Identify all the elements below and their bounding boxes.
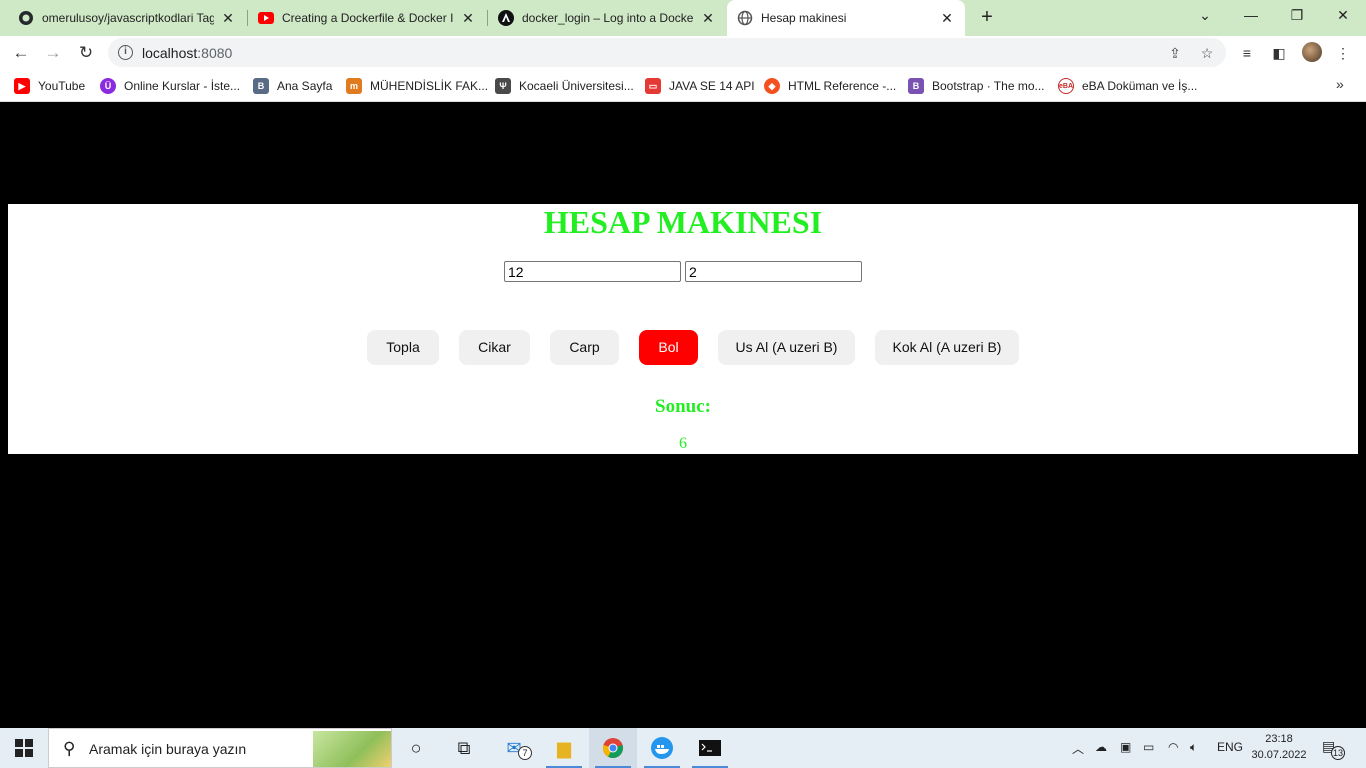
divide-button[interactable]: Bol: [639, 330, 698, 365]
bookmark-star-icon[interactable]: ☆: [1198, 44, 1216, 62]
github-icon: [18, 10, 34, 26]
notification-badge: 13: [1331, 746, 1345, 760]
tab-title: Hesap makinesi: [761, 11, 847, 25]
close-tab-icon[interactable]: ✕: [700, 10, 716, 26]
mail-icon[interactable]: ✉ 7: [490, 728, 538, 768]
page-title: HESAP MAKINESI: [543, 204, 823, 240]
clock-time: 23:18: [1265, 733, 1293, 745]
tab-title: omerulusoy/javascriptkodlari Tag: [42, 11, 214, 25]
address-bar[interactable]: i localhost:8080 ⇪ ☆: [108, 38, 1226, 67]
profile-avatar[interactable]: [1302, 42, 1322, 62]
search-placeholder: Aramak için buraya yazın: [89, 741, 247, 757]
mail-badge: 7: [518, 746, 532, 760]
search-highlight-image: [313, 731, 391, 767]
close-tab-icon[interactable]: ✕: [460, 10, 476, 26]
tab-search-icon[interactable]: ⌄: [1182, 0, 1228, 30]
back-arrow-icon[interactable]: ←: [8, 40, 34, 66]
close-window-icon[interactable]: ✕: [1320, 0, 1366, 30]
number-b-input[interactable]: [685, 261, 862, 282]
bootstrap-icon: B: [908, 78, 924, 94]
ansible-icon: [498, 10, 514, 26]
cortana-icon[interactable]: ○: [392, 728, 440, 768]
chrome-icon[interactable]: [589, 728, 637, 768]
volume-icon[interactable]: 🔈︎: [1190, 740, 1197, 755]
bookmark-bootstrap[interactable]: B Bootstrap · The mo...: [908, 76, 1045, 96]
clock-date: 30.07.2022: [1251, 749, 1307, 761]
battery-icon[interactable]: ▭: [1143, 740, 1154, 754]
result-label: Sonuc:: [655, 396, 711, 417]
bookmark-online-kurslar[interactable]: Ü Online Kurslar - İste...: [100, 76, 240, 96]
power-button[interactable]: Us Al (A uzeri B): [718, 330, 855, 365]
html-icon: ◆: [764, 78, 780, 94]
tab-ansible[interactable]: docker_login – Log into a Docker ✕: [488, 4, 726, 32]
bookmark-eba[interactable]: eBA eBA Doküman ve İş...: [1058, 76, 1197, 96]
udemy-icon: Ü: [100, 78, 116, 94]
root-button[interactable]: Kok Al (A uzeri B): [875, 330, 1019, 365]
onedrive-icon[interactable]: ☁: [1095, 740, 1107, 754]
reload-icon[interactable]: ↻: [73, 40, 99, 66]
moodle-icon: m: [346, 78, 362, 94]
file-explorer-icon[interactable]: ▆: [540, 728, 588, 768]
windows-taskbar: ⚲ Aramak için buraya yazın ○ ⧉ ✉ 7 ▆ ︿ ☁…: [0, 728, 1366, 768]
add-button[interactable]: Topla: [367, 330, 439, 365]
bookmark-kocaeli[interactable]: Ψ Kocaeli Üniversitesi...: [495, 76, 634, 96]
tab-title: Creating a Dockerfile & Docker Im: [282, 11, 454, 25]
show-hidden-icons-icon[interactable]: ︿: [1072, 740, 1084, 757]
forward-arrow-icon[interactable]: →: [40, 40, 66, 66]
page-viewport: HESAP MAKINESI Topla Cikar Carp Bol Us A…: [0, 103, 1366, 728]
docker-icon[interactable]: [638, 728, 686, 768]
tab-hesap-makinesi[interactable]: Hesap makinesi ✕: [727, 0, 965, 36]
search-icon: ⚲: [63, 739, 76, 758]
share-icon[interactable]: ⇪: [1166, 44, 1184, 62]
more-bookmarks-icon[interactable]: »: [1336, 76, 1344, 92]
tab-youtube[interactable]: Creating a Dockerfile & Docker Im ✕: [248, 4, 486, 32]
system-clock[interactable]: 23:18 30.07.2022: [1246, 731, 1312, 763]
btk-icon: B: [253, 78, 269, 94]
minimize-icon[interactable]: —: [1228, 0, 1274, 30]
number-a-input[interactable]: [504, 261, 681, 282]
language-indicator[interactable]: ENG: [1217, 740, 1243, 754]
start-button[interactable]: [0, 728, 48, 768]
meet-now-icon[interactable]: ▣: [1120, 740, 1131, 754]
windows-logo-icon: [15, 739, 33, 757]
result-value: 6: [679, 435, 687, 452]
tab-title: docker_login – Log into a Docker: [522, 11, 694, 25]
new-tab-button[interactable]: +: [975, 6, 999, 30]
bookmark-java-api[interactable]: ▭ JAVA SE 14 API: [645, 76, 755, 96]
globe-icon: [737, 10, 753, 26]
url-text: localhost:8080: [142, 45, 233, 61]
tab-github[interactable]: omerulusoy/javascriptkodlari Tag ✕: [8, 4, 246, 32]
task-view-icon[interactable]: ⧉: [440, 728, 488, 768]
multiply-button[interactable]: Carp: [550, 330, 619, 365]
subtract-button[interactable]: Cikar: [459, 330, 530, 365]
close-tab-icon[interactable]: ✕: [939, 10, 955, 26]
close-tab-icon[interactable]: ✕: [220, 10, 236, 26]
bookmark-html-reference[interactable]: ◆ HTML Reference -...: [764, 76, 896, 96]
bookmark-youtube[interactable]: ▶ YouTube: [14, 76, 85, 96]
reading-list-icon[interactable]: ≡: [1238, 44, 1256, 62]
university-icon: Ψ: [495, 78, 511, 94]
restore-icon[interactable]: ❐: [1274, 0, 1320, 30]
bookmark-ana-sayfa[interactable]: B Ana Sayfa: [253, 76, 332, 96]
youtube-icon: ▶: [14, 78, 30, 94]
menu-kebab-icon[interactable]: ⋮: [1334, 44, 1352, 62]
eba-icon: eBA: [1058, 78, 1074, 94]
terminal-icon[interactable]: [686, 728, 734, 768]
side-panel-icon[interactable]: ◧: [1270, 44, 1288, 62]
bookmarks-bar: ▶ YouTube Ü Online Kurslar - İste... B A…: [0, 70, 1366, 102]
calculator-panel: HESAP MAKINESI Topla Cikar Carp Bol Us A…: [8, 204, 1358, 454]
taskbar-search-box[interactable]: ⚲ Aramak için buraya yazın: [48, 728, 392, 768]
site-info-icon[interactable]: i: [118, 45, 133, 60]
notification-center-icon[interactable]: ▤ 13: [1322, 738, 1345, 760]
youtube-icon: [258, 10, 274, 26]
wifi-icon[interactable]: ◠: [1168, 740, 1178, 754]
tab-strip: omerulusoy/javascriptkodlari Tag ✕ Creat…: [0, 0, 1366, 36]
bookmark-muhendislik[interactable]: m MÜHENDİSLİK FAK...: [346, 76, 488, 96]
oracle-icon: ▭: [645, 78, 661, 94]
browser-toolbar: ← → ↻ i localhost:8080 ⇪ ☆ ≡ ◧ ⋮: [0, 36, 1366, 70]
